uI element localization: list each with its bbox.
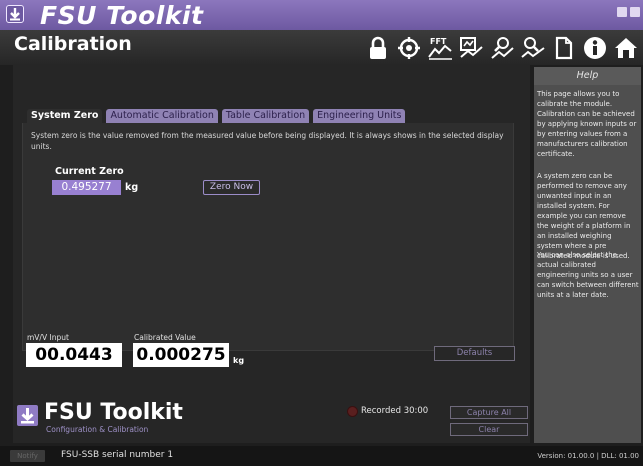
zero-now-button[interactable]: Zero Now	[203, 180, 260, 195]
chart-search-alt-icon[interactable]	[520, 34, 546, 61]
system-zero-description: System zero is the value removed from th…	[31, 131, 504, 151]
help-paragraph: A system zero can be performed to remove…	[537, 172, 631, 260]
device-name: FSU-SSB serial number 1	[61, 450, 174, 460]
clear-button[interactable]: Clear	[450, 423, 528, 436]
minimize-button[interactable]	[617, 7, 627, 17]
document-icon[interactable]	[551, 34, 577, 61]
target-icon[interactable]	[396, 34, 422, 61]
calibrated-value: 0.000275	[133, 343, 229, 367]
tab-table-calibration[interactable]: Table Calibration	[221, 109, 310, 123]
title-bar: FSU Toolkit	[0, 0, 643, 30]
current-zero-label: Current Zero	[55, 166, 124, 177]
close-button[interactable]	[630, 7, 640, 17]
mv-input-value: 00.0443	[26, 343, 122, 367]
tab-engineering-units[interactable]: Engineering Units	[313, 109, 406, 123]
app-title: FSU Toolkit	[40, 1, 204, 30]
record-indicator-icon	[347, 406, 358, 417]
search-chart-icon[interactable]	[489, 34, 515, 61]
mv-input-label: mV/V Input	[27, 333, 69, 342]
lock-icon[interactable]	[365, 34, 391, 61]
chart-icon[interactable]	[458, 34, 484, 61]
calibrated-value-label: Calibrated Value	[134, 333, 196, 342]
brand-name: FSU Toolkit	[44, 400, 183, 425]
home-icon[interactable]	[613, 34, 639, 61]
capture-all-button[interactable]: Capture All	[450, 406, 528, 419]
notify-chip[interactable]: Notify	[10, 450, 45, 462]
calibrated-value-unit: kg	[233, 356, 245, 365]
toolbar: FFT	[365, 34, 639, 62]
app-logo-icon	[6, 5, 24, 23]
fft-label: FFT	[430, 37, 447, 46]
current-zero-unit: kg	[125, 182, 139, 193]
info-icon[interactable]	[582, 34, 608, 61]
tab-system-zero[interactable]: System Zero	[27, 109, 103, 123]
help-paragraph: You can also select the actual calibrate…	[537, 251, 639, 299]
tab-automatic-calibration[interactable]: Automatic Calibration	[106, 109, 218, 123]
page-header: Calibration FFT	[0, 30, 643, 65]
help-paragraph: This page allows you to calibrate the mo…	[537, 90, 637, 158]
status-bar: Notify FSU-SSB serial number 1 Version: …	[0, 446, 643, 466]
version-info: Version: 01.00.0 | DLL: 01.00	[537, 452, 639, 460]
defaults-button[interactable]: Defaults	[434, 346, 515, 361]
calibration-tabs: System Zero Automatic Calibration Table …	[27, 109, 406, 123]
recording-status: Recorded 30:00	[361, 406, 429, 416]
help-title: Help	[534, 67, 641, 85]
current-zero-value: 0.495277	[52, 180, 121, 195]
page-title: Calibration	[14, 33, 132, 55]
help-panel: Help This page allows you to calibrate t…	[534, 67, 641, 443]
brand-subtitle: Configuration & Calibration	[46, 425, 149, 434]
brand-logo-icon	[17, 405, 38, 426]
fft-chart-icon[interactable]: FFT	[427, 34, 453, 61]
system-zero-panel: System zero is the value removed from th…	[22, 123, 514, 351]
